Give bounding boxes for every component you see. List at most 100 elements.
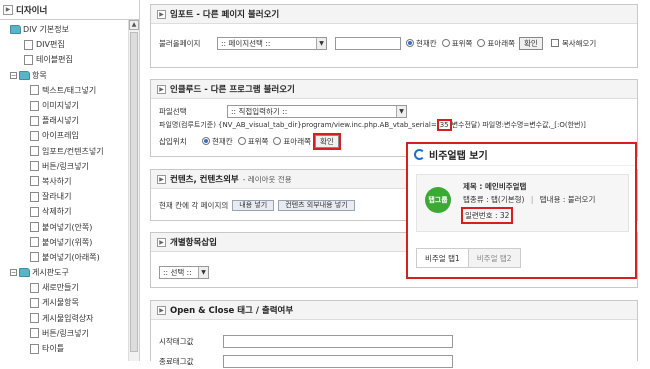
sidebar-item[interactable]: − 항목 xyxy=(0,68,128,83)
sidebar-item-label: 버튼/링크넣기 xyxy=(42,328,89,338)
sidebar-item[interactable]: 붙여넣기(아래쪽) xyxy=(0,250,128,265)
path-label: 파일명(컴루트기준) xyxy=(159,120,216,129)
radio-top[interactable] xyxy=(441,39,450,47)
sidebar-item-label: 타이틀 xyxy=(42,344,65,354)
expand-icon[interactable]: ▶ xyxy=(157,305,166,315)
sidebar-item[interactable]: 삭제하기 xyxy=(0,204,128,219)
collapse-icon[interactable]: − xyxy=(10,71,17,79)
popup-title: 비주얼탭 보기 xyxy=(429,151,488,162)
tab-name: 제목 : 메인비주얼탭 xyxy=(463,182,527,191)
collapse-icon[interactable]: − xyxy=(10,269,17,277)
serial-value[interactable]: 35 xyxy=(436,118,452,131)
sidebar-item-label: DIV편집 xyxy=(36,40,65,50)
sidebar-item[interactable]: 붙여넣기(안쪽) xyxy=(0,219,128,234)
import-confirm-button[interactable]: 확인 xyxy=(519,36,543,50)
page-select[interactable]: :: 페이지선택 :: ▼ xyxy=(217,36,327,50)
sidebar-item-label: 임포트/컨텐츠넣기 xyxy=(42,146,104,156)
sidebar: ▶ 디자이너 DIV 기본정보 DIV편집 테이블편집 − 항목 텍스트/태그넣기 이미지넣… xyxy=(0,0,140,361)
sidebar-item[interactable]: 게시물입력상자 xyxy=(0,311,128,326)
sidebar-item[interactable]: 텍스트/태그넣기 xyxy=(0,83,128,98)
end-tag-row: 종료태그값 xyxy=(151,353,637,369)
sidebar-item-label: DIV 기본정보 xyxy=(23,25,69,35)
page-icon xyxy=(30,328,39,339)
expand-icon[interactable]: ▶ xyxy=(157,174,166,184)
file-select-value: :: 직접입력하기 :: xyxy=(231,107,288,116)
sidebar-item[interactable]: 게시물항목 xyxy=(0,295,128,310)
sidebar-item[interactable]: 잘라내기 xyxy=(0,189,128,204)
tab-visual-2[interactable]: 비주얼 탭2 xyxy=(468,248,521,268)
import-label: 불러올페이지 xyxy=(159,38,201,48)
page-icon xyxy=(30,297,39,308)
radio-current[interactable] xyxy=(406,39,414,47)
sidebar-item[interactable]: 임포트/컨텐츠넣기 xyxy=(0,144,128,159)
sidebar-item[interactable]: 아이프레임 xyxy=(0,128,128,143)
sidebar-item[interactable]: − 게시판도구 xyxy=(0,265,128,280)
page-icon xyxy=(30,343,39,354)
copy-checkbox[interactable] xyxy=(550,39,559,47)
expand-icon[interactable]: ▶ xyxy=(157,9,166,19)
radio-top-label: 표위쪽 xyxy=(247,136,269,146)
include-confirm-button[interactable]: 확인 xyxy=(313,132,341,150)
page-icon xyxy=(30,222,39,233)
sidebar-item-label: 아이프레임 xyxy=(42,131,79,141)
page-select-value: :: 페이지선택 :: xyxy=(221,38,271,48)
sidebar-item[interactable]: 복사하기 xyxy=(0,174,128,189)
sidebar-item[interactable]: DIV편집 xyxy=(0,37,128,52)
refresh-icon xyxy=(414,149,425,160)
page-icon xyxy=(30,176,39,187)
path-value[interactable]: {NV_AB_visual_tab_dir}program/view.inc.p… xyxy=(218,121,437,129)
sidebar-item[interactable]: 테이블편집 xyxy=(0,52,128,67)
sidebar-item[interactable]: 플래시넣기 xyxy=(0,113,128,128)
end-tag-input[interactable] xyxy=(223,354,453,368)
tab-info-card: 탭그룹 제목 : 메인비주얼탭 탭종류 : 탭(기본형) | 탭내용 : 불러오… xyxy=(416,174,629,232)
radio-top[interactable] xyxy=(237,137,246,145)
file-label: 파일선택 xyxy=(159,107,187,116)
expand-icon[interactable]: ▶ xyxy=(157,84,166,94)
start-tag-label: 시작태그값 xyxy=(159,336,194,346)
tab-type: 탭종류 : 탭(기본형) xyxy=(463,195,525,204)
sidebar-item-label: 이미지넣기 xyxy=(42,101,79,111)
sidebar-item[interactable]: 새로만들기 xyxy=(0,280,128,295)
sidebar-item-label: 잘라내기 xyxy=(42,192,72,202)
page-icon xyxy=(30,282,39,293)
item-select-value: :: 선택 :: xyxy=(163,267,192,277)
sidebar-item-label: 항목 xyxy=(32,70,47,80)
expand-icon[interactable]: ▶ xyxy=(157,237,166,247)
sidebar-scrollbar[interactable]: ▲ xyxy=(128,20,139,361)
insert-outer-content-button[interactable]: 컨텐츠 외부내용 넣기 xyxy=(278,199,355,211)
scroll-up-icon[interactable]: ▲ xyxy=(129,20,139,30)
page-input[interactable] xyxy=(335,36,401,50)
radio-current-label: 현재칸 xyxy=(416,38,437,48)
sidebar-item-label: 플래시넣기 xyxy=(42,116,79,126)
radio-bottom[interactable] xyxy=(273,137,282,145)
sidebar-item[interactable]: DIV 기본정보 xyxy=(0,22,128,37)
radio-bottom[interactable] xyxy=(477,39,486,47)
file-select[interactable]: :: 직접입력하기 :: ▼ xyxy=(227,105,407,118)
sidebar-item-label: 버튼/링크넣기 xyxy=(42,161,89,171)
sidebar-item[interactable]: 버튼/링크넣기 xyxy=(0,159,128,174)
sidebar-item-label: 테이블편집 xyxy=(36,55,73,65)
sidebar-item-label: 게시판도구 xyxy=(32,268,69,278)
sidebar-item-label: 삭제하기 xyxy=(42,207,72,217)
sidebar-item[interactable]: 붙여넣기(위쪽) xyxy=(0,235,128,250)
openclose-panel-title: Open & Close 태그 / 출력여부 xyxy=(170,306,294,316)
item-select[interactable]: :: 선택 :: ▼ xyxy=(159,265,209,279)
path-row: 파일명(컴루트기준) {NV_AB_visual_tab_dir}program… xyxy=(151,118,637,131)
expand-icon[interactable]: ▶ xyxy=(3,4,13,15)
sidebar-item[interactable]: 버튼/링크넣기 xyxy=(0,326,128,341)
end-tag-label: 종료태그값 xyxy=(159,356,194,366)
insert-content-button[interactable]: 내용 넣기 xyxy=(232,199,275,211)
tab-content: 탭내용 : 불러오기 xyxy=(539,195,596,204)
sidebar-item-label: 붙여넣기(안쪽) xyxy=(42,222,93,232)
scroll-thumb[interactable] xyxy=(130,32,138,352)
folder-icon xyxy=(19,70,30,80)
sidebar-item-label: 붙여넣기(아래쪽) xyxy=(42,252,100,262)
radio-current[interactable] xyxy=(202,137,210,145)
sidebar-item-label: 게시물항목 xyxy=(42,298,79,308)
start-tag-input[interactable] xyxy=(223,334,453,348)
popup-header: 비주얼탭 보기 xyxy=(408,144,635,166)
tab-visual-1[interactable]: 비주얼 탭1 xyxy=(416,248,469,268)
page-icon xyxy=(30,85,39,96)
sidebar-item[interactable]: 이미지넣기 xyxy=(0,98,128,113)
sidebar-item[interactable]: 타이틀 xyxy=(0,341,128,356)
